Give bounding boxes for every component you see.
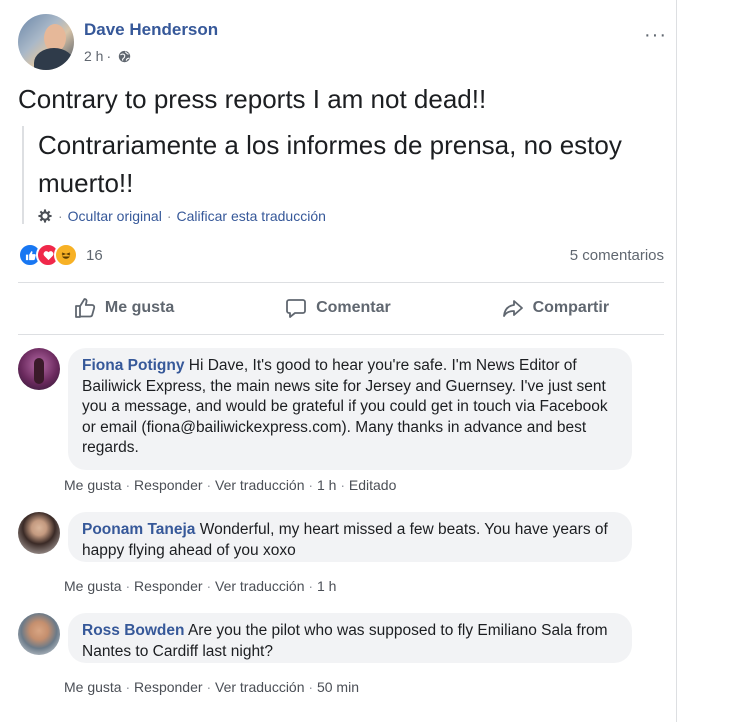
dot-separator: ·	[206, 679, 212, 695]
comment-reply-link[interactable]: Responder	[134, 477, 203, 493]
dot-separator: ·	[125, 578, 131, 594]
rate-translation-link[interactable]: Calificar esta traducción	[177, 208, 326, 224]
comment-translate-link[interactable]: Ver traducción	[215, 477, 305, 493]
dot-separator: ·	[308, 477, 314, 493]
commenter-name[interactable]: Poonam Taneja	[82, 521, 195, 538]
comment-button[interactable]: Comentar	[284, 296, 391, 320]
commenter-avatar[interactable]	[18, 613, 60, 655]
reactions-count: 16	[86, 246, 103, 264]
translation-separator: ·	[166, 208, 172, 224]
comment-button-label: Comentar	[316, 299, 391, 316]
avatar-shirt	[34, 48, 74, 70]
commenter-name[interactable]: Fiona Potigny	[82, 357, 184, 374]
comment-translate-link[interactable]: Ver traducción	[215, 578, 305, 594]
divider	[18, 334, 664, 335]
post-actions: Me gusta Comentar Compartir	[18, 286, 664, 330]
globe-icon	[118, 50, 131, 62]
post-text: Contrary to press reports I am not dead!…	[18, 84, 487, 114]
meta-separator: ·	[106, 48, 112, 64]
comment-translate-link[interactable]: Ver traducción	[215, 679, 305, 695]
comment-bubble: Poonam Taneja Wonderful, my heart missed…	[68, 512, 632, 562]
comment-time[interactable]: 50 min	[317, 679, 359, 695]
commenter-name[interactable]: Ross Bowden	[82, 622, 184, 639]
comment-like-link[interactable]: Me gusta	[64, 477, 122, 493]
share-arrow-icon	[502, 300, 523, 317]
like-button[interactable]: Me gusta	[73, 296, 174, 320]
translation-block: Contrariamente a los informes de prensa,…	[22, 126, 678, 224]
share-button-label: Compartir	[532, 299, 610, 316]
card-border	[676, 0, 677, 722]
comment-reply-link[interactable]: Responder	[134, 679, 203, 695]
avatar-figure	[34, 358, 44, 384]
thumbs-up-icon	[75, 298, 96, 318]
dot-separator: ·	[340, 477, 345, 493]
dot-separator: ·	[206, 578, 212, 594]
share-button[interactable]: Compartir	[501, 296, 609, 320]
post-time[interactable]: 2 h	[84, 48, 103, 64]
translation-text: Contrariamente a los informes de prensa,…	[38, 130, 622, 198]
comment-time[interactable]: 1 h	[317, 477, 336, 493]
comment-time[interactable]: 1 h	[317, 578, 336, 594]
commenter-avatar[interactable]	[18, 512, 60, 554]
hide-original-link[interactable]: Ocultar original	[68, 208, 162, 224]
author-avatar[interactable]	[18, 14, 74, 70]
divider	[18, 282, 664, 283]
author-name[interactable]: Dave Henderson	[84, 20, 218, 40]
dot-separator: ·	[125, 477, 131, 493]
reaction-summary[interactable]: 16	[18, 243, 103, 267]
gear-icon[interactable]	[38, 209, 52, 223]
more-options-icon[interactable]: ···	[644, 24, 667, 47]
dot-separator: ·	[125, 679, 131, 695]
like-button-label: Me gusta	[104, 299, 175, 316]
comment-reply-link[interactable]: Responder	[134, 578, 203, 594]
comment-edited[interactable]: Editado	[349, 477, 396, 493]
speech-bubble-icon	[286, 299, 306, 318]
comment-like-link[interactable]: Me gusta	[64, 679, 122, 695]
comment-bubble: Ross Bowden Are you the pilot who was su…	[68, 613, 632, 663]
comment-actions: Me gusta · Responder · Ver traducción · …	[64, 477, 396, 493]
dot-separator: ·	[308, 679, 314, 695]
comments-count-link[interactable]: 5 comentarios	[570, 247, 664, 264]
commenter-avatar[interactable]	[18, 348, 60, 390]
translation-links: · Ocultar original · Calificar esta trad…	[38, 208, 678, 224]
translation-separator: ·	[58, 208, 63, 224]
haha-reaction-icon	[54, 243, 78, 267]
post-card: Dave Henderson 2 h · ··· Contrary to pre…	[0, 0, 676, 722]
reactions-row: 16 5 comentarios	[18, 243, 664, 267]
dot-separator: ·	[308, 578, 314, 594]
post-header: Dave Henderson 2 h · ···	[18, 14, 668, 74]
comment-bubble: Fiona Potigny Hi Dave, It's good to hear…	[68, 348, 632, 470]
comment-actions: Me gusta · Responder · Ver traducción · …	[64, 679, 359, 695]
comment-like-link[interactable]: Me gusta	[64, 578, 122, 594]
comment-actions: Me gusta · Responder · Ver traducción · …	[64, 578, 336, 594]
dot-separator: ·	[206, 477, 212, 493]
post-meta: 2 h ·	[84, 48, 131, 64]
